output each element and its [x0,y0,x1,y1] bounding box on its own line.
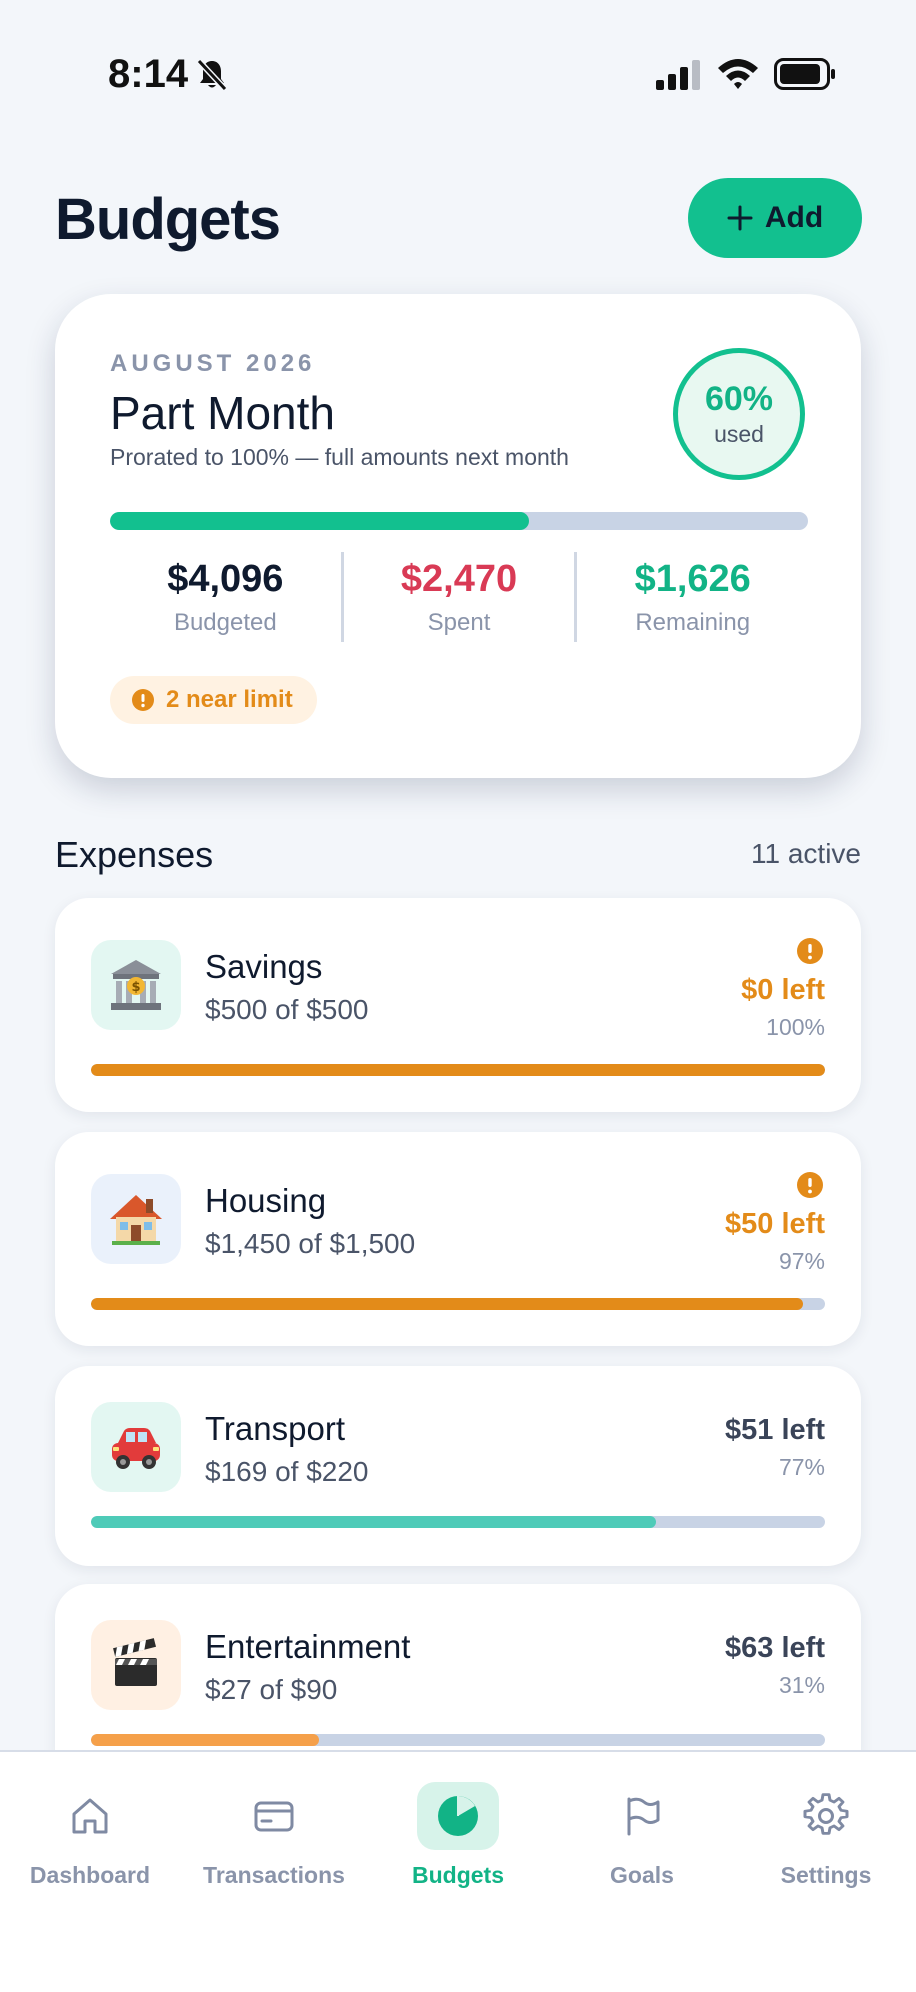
budget-summary-card[interactable]: AUGUST 2026 Part Month Prorated to 100% … [55,294,861,778]
page-title: Budgets [55,187,281,252]
nav-settings[interactable]: Settings [736,1782,916,1922]
plus-icon [727,205,753,231]
month-label: AUGUST 2026 [110,350,316,377]
near-limit-text: 2 near limit [166,686,293,713]
near-limit-badge[interactable]: 2 near limit [110,676,317,724]
cellular-signal-icon [656,60,700,90]
item-progress-bar [91,1298,825,1310]
remaining-value: $1,626 [634,558,751,600]
item-progress-bar [91,1064,825,1076]
alert-icon [132,689,154,711]
nav-label: Settings [780,1862,872,1888]
item-amount: $169 of $220 [205,1456,369,1487]
nav-label: Dashboard [29,1862,151,1888]
nav-dashboard[interactable]: Dashboard [0,1782,180,1922]
status-time: 8:14 [108,52,189,96]
expenses-section-title: Expenses [55,834,214,875]
item-percentage: 77% [778,1454,825,1480]
budgeted-value: $4,096 [167,558,284,600]
nav-goals[interactable]: Goals [552,1782,732,1922]
used-label: used [714,421,764,447]
item-progress-bar [91,1734,825,1746]
status-bar: 8:14 [0,0,916,150]
summary-progress-bar [110,512,808,530]
item-amount: $500 of $500 [205,994,369,1025]
item-name: Entertainment [205,1628,411,1665]
home-icon [49,1782,131,1850]
remaining-label: Remaining [635,609,751,636]
nav-label: Goals [610,1862,674,1888]
item-remaining: $51 left [725,1414,825,1446]
budget-item-transport[interactable]: Transport $169 of $220 $51 left 77% [55,1366,861,1566]
spent-value: $2,470 [400,558,518,600]
nav-label: Budgets [412,1862,504,1888]
used-percentage: 60% [704,380,774,418]
svg-text:$: $ [131,980,140,995]
item-amount: $1,450 of $1,500 [205,1228,416,1259]
bell-muted-icon [196,58,228,92]
summary-progress-fill [110,512,529,530]
budgeted-label: Budgeted [173,609,277,636]
used-percentage-ring: 60% used [673,348,805,480]
expenses-count: 11 active [751,838,861,869]
budget-item-savings[interactable]: $ Savings $500 of $500 $0 left 100% [55,898,861,1112]
item-progress-fill [91,1734,319,1746]
card-icon [233,1782,315,1850]
add-button-label: Add [764,201,824,234]
nav-budgets[interactable]: Budgets [368,1782,548,1922]
item-remaining: $63 left [725,1632,825,1664]
item-progress-fill [91,1064,825,1076]
nav-transactions[interactable]: Transactions [184,1782,364,1922]
add-budget-button[interactable]: Add [688,178,862,258]
item-name: Transport [205,1410,345,1447]
summary-subtitle: Prorated to 100% — full amounts next mon… [110,444,569,470]
house-icon [91,1174,181,1264]
item-percentage: 97% [778,1248,825,1274]
clapperboard-icon [91,1620,181,1710]
item-progress-bar [91,1516,825,1528]
summary-stats: $4,096 Budgeted $2,470 Spent $1,626 Rema… [110,552,808,642]
wifi-icon [718,59,758,89]
budget-item-housing[interactable]: Housing $1,450 of $1,500 $50 left 97% [55,1132,861,1346]
warning-icon [797,938,823,964]
item-remaining: $0 left [741,974,825,1006]
stat-remaining: $1,626 Remaining [574,552,808,642]
stat-spent: $2,470 Spent [340,552,575,642]
item-progress-fill [91,1516,657,1528]
summary-title: Part Month [110,387,335,439]
pie-chart-icon [417,1782,499,1850]
car-icon [91,1402,181,1492]
item-remaining: $50 left [725,1208,825,1240]
item-progress-fill [91,1298,803,1310]
stat-budgeted: $4,096 Budgeted [110,552,341,642]
nav-label: Transactions [203,1862,345,1888]
flag-icon [601,1782,683,1850]
bank-icon: $ [91,940,181,1030]
item-percentage: 31% [778,1672,825,1698]
spent-label: Spent [427,609,491,636]
warning-icon [797,1172,823,1198]
item-name: Savings [205,948,323,985]
gear-icon [785,1782,867,1850]
item-name: Housing [205,1182,327,1219]
item-amount: $27 of $90 [205,1674,338,1705]
bottom-nav: Dashboard Transactions Budgets Goals Set… [0,1750,916,1992]
item-percentage: 100% [766,1014,825,1040]
battery-icon [774,58,835,90]
